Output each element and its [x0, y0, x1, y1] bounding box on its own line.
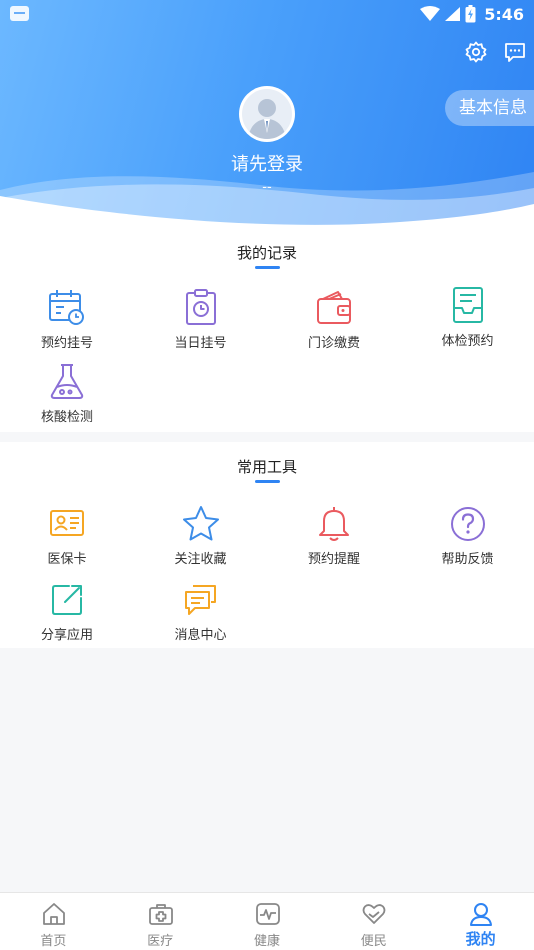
record-item-appointment[interactable]: 预约挂号	[0, 288, 134, 358]
pulse-icon	[255, 903, 280, 925]
tab-medical[interactable]: 医疗	[107, 893, 214, 950]
tab-label: 健康	[253, 934, 280, 949]
tab-mine[interactable]: 我的	[427, 893, 534, 950]
tool-item-label: 关注收藏	[174, 552, 227, 567]
record-item-label: 预约挂号	[40, 336, 93, 351]
tools-title-underline	[255, 480, 280, 483]
signal-icon	[445, 7, 461, 21]
records-section: 我的记录 预约挂号 当日挂号 门诊缴费 体检预约 核酸检测	[0, 230, 534, 432]
records-title-underline	[255, 266, 280, 269]
tab-label: 我的	[465, 930, 496, 948]
tab-label: 便民	[360, 934, 387, 949]
star-icon	[182, 506, 219, 541]
tool-item-label: 分享应用	[40, 628, 93, 643]
user-icon	[470, 903, 493, 926]
question-icon	[450, 507, 485, 541]
chat-icon	[184, 585, 216, 615]
clipboard-clock-icon	[185, 289, 216, 325]
record-item-label: 核酸检测	[40, 410, 93, 425]
heart-hand-icon	[362, 904, 386, 924]
status-bar: 5:46	[0, 0, 534, 28]
record-item-same-day[interactable]: 当日挂号	[134, 288, 268, 358]
bell-icon	[319, 507, 349, 541]
tab-health[interactable]: 健康	[214, 893, 321, 950]
calendar-clock-icon	[49, 290, 84, 325]
profile-header: 5:46 请先登录 -- 基本信息	[0, 0, 534, 230]
inbox-tray-icon	[452, 287, 483, 323]
tool-item-share[interactable]: 分享应用	[0, 580, 134, 650]
record-item-payment[interactable]: 门诊缴费	[267, 288, 401, 358]
share-icon	[52, 585, 82, 615]
status-time: 5:46	[484, 4, 524, 24]
login-prompt[interactable]: 请先登录	[0, 150, 534, 176]
basic-info-button[interactable]: 基本信息	[445, 90, 534, 126]
gear-icon[interactable]	[464, 40, 488, 64]
tool-item-messages[interactable]: 消息中心	[134, 580, 268, 650]
tab-home[interactable]: 首页	[0, 893, 107, 950]
tool-item-reminder[interactable]: 预约提醒	[267, 504, 401, 574]
tool-item-label: 帮助反馈	[441, 552, 494, 567]
home-icon	[43, 903, 65, 925]
record-item-label: 当日挂号	[174, 336, 227, 351]
battery-icon	[465, 5, 476, 23]
tool-item-label: 消息中心	[174, 628, 227, 643]
message-icon[interactable]	[503, 40, 527, 64]
tool-item-favorites[interactable]: 关注收藏	[134, 504, 268, 574]
user-subtitle: --	[262, 180, 272, 195]
record-item-label: 门诊缴费	[307, 336, 360, 351]
tab-label: 医疗	[147, 934, 174, 949]
flask-icon	[50, 364, 84, 399]
tool-item-label: 医保卡	[47, 552, 87, 567]
notification-app-icon	[10, 6, 29, 21]
bottom-tab-bar: 首页 医疗 健康 便民 我的	[0, 892, 534, 950]
wallet-icon	[317, 291, 351, 324]
tool-item-help[interactable]: 帮助反馈	[401, 504, 534, 574]
tool-item-insurance-card[interactable]: 医保卡	[0, 504, 134, 574]
tab-label: 首页	[40, 934, 67, 949]
tools-title: 常用工具	[236, 458, 297, 476]
record-item-checkup[interactable]: 体检预约	[401, 286, 534, 356]
tools-section: 常用工具 医保卡 关注收藏 预约提醒 帮助反馈 分享应用 消息中心	[0, 442, 534, 648]
id-card-icon	[50, 510, 84, 536]
wifi-icon	[420, 6, 441, 21]
tab-convenience[interactable]: 便民	[320, 893, 427, 950]
tool-item-label: 预约提醒	[307, 552, 360, 567]
record-item-label: 体检预约	[441, 334, 494, 349]
records-title: 我的记录	[236, 244, 297, 262]
user-avatar-icon	[242, 89, 292, 139]
medical-kit-icon	[148, 904, 173, 925]
record-item-nucleic-test[interactable]: 核酸检测	[0, 362, 134, 432]
avatar[interactable]	[239, 86, 295, 142]
